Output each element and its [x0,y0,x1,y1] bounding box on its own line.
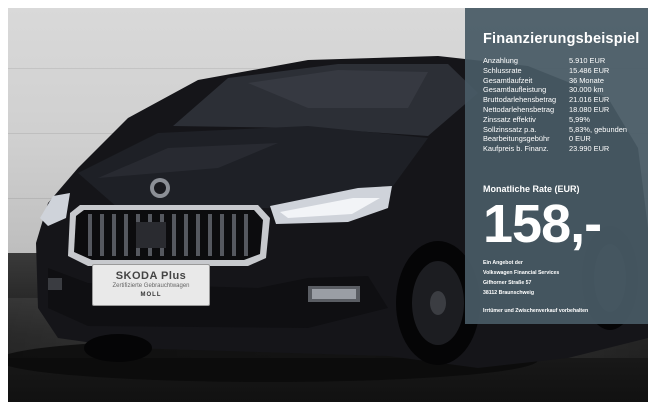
row-label: Bearbeitungsgebühr [483,134,550,144]
table-row: Gesamtlaufleistung 30.000 km [483,85,627,95]
row-value: 30.000 km [569,85,604,95]
monthly-rate-label: Monatliche Rate (EUR) [483,183,580,194]
row-value: 21.016 EUR [569,95,610,105]
table-row: Bruttodarlehensbetrag 21.016 EUR [483,95,627,105]
table-row: Bearbeitungsgebühr 0 EUR [483,134,627,144]
table-row: Zinssatz effektiv 5,99% [483,115,627,125]
listing-image: SKODA Plus Zertifizierte Gebrauchtwagen … [8,8,648,402]
row-value: 5,99% [569,114,590,124]
row-value: 5.910 EUR [569,56,606,65]
offer-line: Ein Angebot der [483,259,523,266]
row-label: Anzahlung [483,56,518,65]
row-value: 36 Monate [569,75,604,85]
plate-brand: SKODA Plus [115,270,187,282]
row-value: 0 EUR [569,134,591,144]
row-label: Bruttodarlehensbetrag [483,95,557,105]
table-row: Sollzinssatz p.a. 5,83%, gebunden [483,125,627,135]
offer-address: Ein Angebot der Volkswagen Financial Ser… [483,258,640,298]
financing-panel: Finanzierungsbeispiel Anzahlung 5.910 EUR… [465,8,648,324]
offer-line: 38112 Braunschweig [483,289,535,296]
row-value: 18.080 EUR [569,104,610,114]
row-label: Sollzinssatz p.a. [483,124,537,134]
row-value: 15.486 EUR [569,65,610,75]
financing-title: Finanzierungsbeispiel [483,31,640,47]
table-row: Kaufpreis b. Finanz. 23.990 EUR [483,144,627,154]
row-label: Schlussrate [483,65,522,75]
row-value: 5,83%, gebunden [569,124,627,134]
offer-line: Gifhorner Straße 57 [483,279,532,286]
plate-subtitle: Zertifizierte Gebrauchtwagen [112,283,190,289]
financing-table: Anzahlung 5.910 EUR Schlussrate 15.486 EUR… [483,56,627,154]
table-row: Gesamtlaufzeit 36 Monate [483,76,627,86]
row-label: Gesamtlaufleistung [483,85,547,95]
dealer-license-plate: SKODA Plus Zertifizierte Gebrauchtwagen … [92,264,210,306]
plate-dealer: MOLL [140,292,162,298]
table-row: Anzahlung 5.910 EUR [483,56,627,66]
monthly-rate-value: 158,- [483,193,602,254]
row-label: Gesamtlaufzeit [483,75,533,85]
offer-line: Volkswagen Financial Services [483,269,560,276]
disclaimer: Irrtümer und Zwischenverkauf vorbehalten [483,307,589,314]
table-row: Nettodarlehensbetrag 18.080 EUR [483,105,627,115]
row-label: Kaufpreis b. Finanz. [483,144,549,154]
table-row: Schlussrate 15.486 EUR [483,66,627,76]
row-value: 23.990 EUR [569,144,610,154]
row-label: Zinssatz effektiv [483,114,536,124]
row-label: Nettodarlehensbetrag [483,104,555,114]
